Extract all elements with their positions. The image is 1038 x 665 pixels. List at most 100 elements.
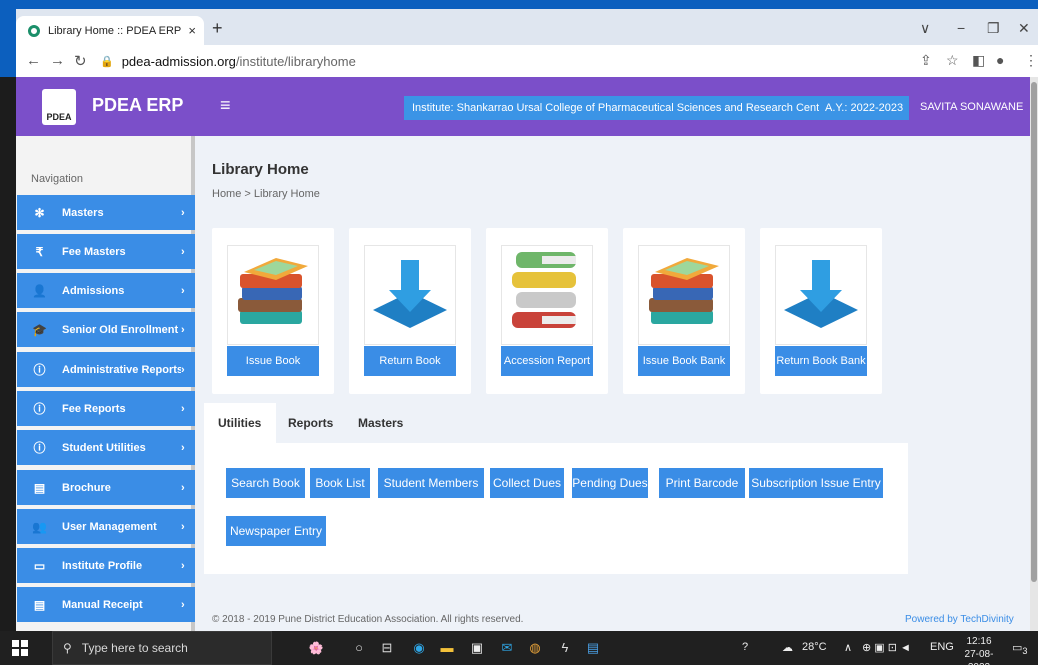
store-icon[interactable]: ▣ — [468, 639, 486, 657]
card-return-book-bank[interactable]: Return Book Bank — [760, 228, 882, 394]
mail-icon[interactable]: ✉ — [498, 639, 516, 657]
card-return-book[interactable]: Return Book — [349, 228, 471, 394]
graduation-cap-icon: 🎓 — [32, 322, 47, 337]
pinned-app-icon[interactable]: ϟ — [556, 639, 574, 657]
sidebar-item-label: Fee Reports — [62, 402, 126, 415]
chrome-icon[interactable]: ◍ — [526, 639, 544, 657]
task-view-icon[interactable]: ⊟ — [378, 639, 396, 657]
edge-icon[interactable]: ◉ — [410, 639, 428, 657]
footer-powered-by[interactable]: Powered by TechDivinity — [905, 614, 1014, 625]
academic-year-badge: A.Y.: 2022-2023 — [819, 96, 910, 120]
reload-icon[interactable]: ↻ — [74, 52, 87, 70]
profile-icon[interactable]: ● — [996, 52, 1004, 68]
browser-tab[interactable]: Library Home :: PDEA ERP × — [16, 16, 204, 45]
close-tab-icon[interactable]: × — [188, 23, 196, 38]
news-widget-icon[interactable]: 🌸 — [292, 639, 340, 657]
weather-icon[interactable]: ☁ — [782, 641, 793, 654]
share-icon[interactable]: ⇪ — [920, 52, 932, 69]
system-clock[interactable]: 12:16 27-08-2022 — [954, 635, 1004, 665]
back-icon[interactable]: ← — [26, 52, 41, 69]
user-name[interactable]: SAVITA SONAWANE — [920, 101, 1023, 113]
chevron-right-icon: › — [181, 245, 185, 258]
pdea-logo: PDEA — [42, 89, 76, 125]
id-card-icon: ▭ — [33, 558, 46, 573]
tab-masters[interactable]: Masters — [358, 403, 418, 443]
sidebar-item-user-management[interactable]: 👥 User Management › — [17, 509, 195, 544]
taskbar-search-input[interactable]: ⚲ Type here to search — [52, 631, 272, 665]
subscription-issue-entry-button[interactable]: Subscription Issue Entry — [749, 468, 883, 498]
breadcrumb[interactable]: Home > Library Home — [212, 188, 320, 200]
chevron-right-icon: › — [181, 284, 185, 297]
chevron-right-icon: › — [181, 363, 185, 376]
notification-icon[interactable]: ▭3 — [1012, 641, 1028, 656]
tray-icons[interactable]: ⊕ ▣ ⊡ ◄ — [862, 641, 911, 654]
tray-chevron-icon[interactable]: ∧ — [844, 641, 852, 654]
sidebar-item-brochure[interactable]: ▤ Brochure › — [17, 470, 195, 505]
sidebar-item-masters[interactable]: ✻ Masters › — [17, 195, 195, 230]
tab-reports[interactable]: Reports — [288, 403, 348, 443]
user-add-icon: 👤 — [32, 283, 47, 298]
sidebar-item-institute-profile[interactable]: ▭ Institute Profile › — [17, 548, 195, 583]
tab-header: Utilities Reports Masters — [204, 403, 908, 443]
sidebar-item-manual-receipt[interactable]: ▤ Manual Receipt › — [17, 587, 195, 622]
books-stack-icon — [227, 245, 319, 345]
sidebar-item-fee-masters[interactable]: ₹ Fee Masters › — [17, 234, 195, 269]
cortana-icon[interactable]: ○ — [350, 639, 368, 657]
accession-report-button[interactable]: Accession Report — [501, 346, 593, 376]
chevron-right-icon: › — [181, 520, 185, 533]
book-list-button[interactable]: Book List — [310, 468, 370, 498]
menu-kebab-icon[interactable]: ⋮ — [1024, 52, 1038, 69]
minimize-button[interactable]: − — [957, 20, 965, 36]
sidebar-item-label: Institute Profile — [62, 559, 143, 572]
new-tab-button[interactable]: + — [212, 18, 223, 39]
url-field[interactable]: 🔒 pdea-admission.org/institute/libraryho… — [100, 50, 910, 73]
chevron-right-icon: › — [181, 402, 185, 415]
tab-search-icon[interactable]: ∨ — [920, 20, 930, 37]
return-book-button[interactable]: Return Book — [364, 346, 456, 376]
issue-book-bank-button[interactable]: Issue Book Bank — [638, 346, 730, 376]
sidebar-item-administrative-reports[interactable]: ⓘ Administrative Reports › — [17, 352, 195, 387]
forward-icon[interactable]: → — [50, 52, 65, 69]
hamburger-menu-icon[interactable]: ≡ — [220, 95, 231, 116]
search-icon: ⚲ — [63, 641, 72, 655]
info-icon: ⓘ — [33, 363, 46, 377]
sidebar-item-fee-reports[interactable]: ⓘ Fee Reports › — [17, 391, 195, 426]
sidebar-item-student-utilities[interactable]: ⓘ Student Utilities › — [17, 430, 195, 465]
return-book-bank-button[interactable]: Return Book Bank — [775, 346, 867, 376]
page-title: Library Home — [212, 161, 309, 178]
chevron-right-icon: › — [181, 598, 185, 611]
windows-taskbar: ⚲ Type here to search 🌸 ○ ⊟ ◉ ▬ ▣ ✉ ◍ ϟ … — [0, 631, 1038, 665]
brand-title: PDEA ERP — [92, 95, 184, 115]
close-window-button[interactable]: ✕ — [1018, 20, 1030, 37]
card-issue-book[interactable]: Issue Book — [212, 228, 334, 394]
favicon-icon — [28, 24, 40, 37]
bookmark-star-icon[interactable]: ☆ — [946, 52, 959, 69]
rupee-icon: ₹ — [35, 244, 44, 259]
books-stack-icon — [638, 245, 730, 345]
help-icon[interactable]: ? — [742, 641, 748, 653]
info-icon: ⓘ — [33, 402, 46, 416]
issue-book-button[interactable]: Issue Book — [227, 346, 319, 376]
pending-dues-button[interactable]: Pending Dues — [572, 468, 648, 498]
card-issue-book-bank[interactable]: Issue Book Bank — [623, 228, 745, 394]
student-members-button[interactable]: Student Members — [378, 468, 484, 498]
card-accession-report[interactable]: Accession Report — [486, 228, 608, 394]
file-explorer-icon[interactable]: ▬ — [438, 639, 456, 657]
search-book-button[interactable]: Search Book — [226, 468, 305, 498]
windows-start-icon[interactable] — [12, 640, 28, 656]
language-indicator[interactable]: ENG — [930, 641, 954, 653]
collect-dues-button[interactable]: Collect Dues — [490, 468, 564, 498]
sidebar-item-admissions[interactable]: 👤 Admissions › — [17, 273, 195, 308]
scrollbar-thumb[interactable] — [1031, 82, 1037, 582]
info-icon: ⓘ — [33, 441, 46, 455]
sidepanel-icon[interactable]: ◧ — [972, 52, 985, 69]
print-barcode-button[interactable]: Print Barcode — [659, 468, 745, 498]
weather-temp[interactable]: 28°C — [802, 641, 827, 653]
app-window: PDEA PDEA ERP ≡ Institute: Shankarrao Ur… — [16, 77, 1038, 631]
remote-desktop-icon[interactable]: ▤ — [584, 639, 602, 657]
newspaper-entry-button[interactable]: Newspaper Entry — [226, 516, 326, 546]
tab-utilities[interactable]: Utilities — [204, 403, 276, 443]
tab-panel: Utilities Reports Masters Search Book Bo… — [204, 403, 908, 574]
sidebar-item-senior-old-enrollment[interactable]: 🎓 Senior Old Enrollment › — [17, 312, 195, 347]
restore-button[interactable]: ❐ — [987, 20, 1000, 37]
